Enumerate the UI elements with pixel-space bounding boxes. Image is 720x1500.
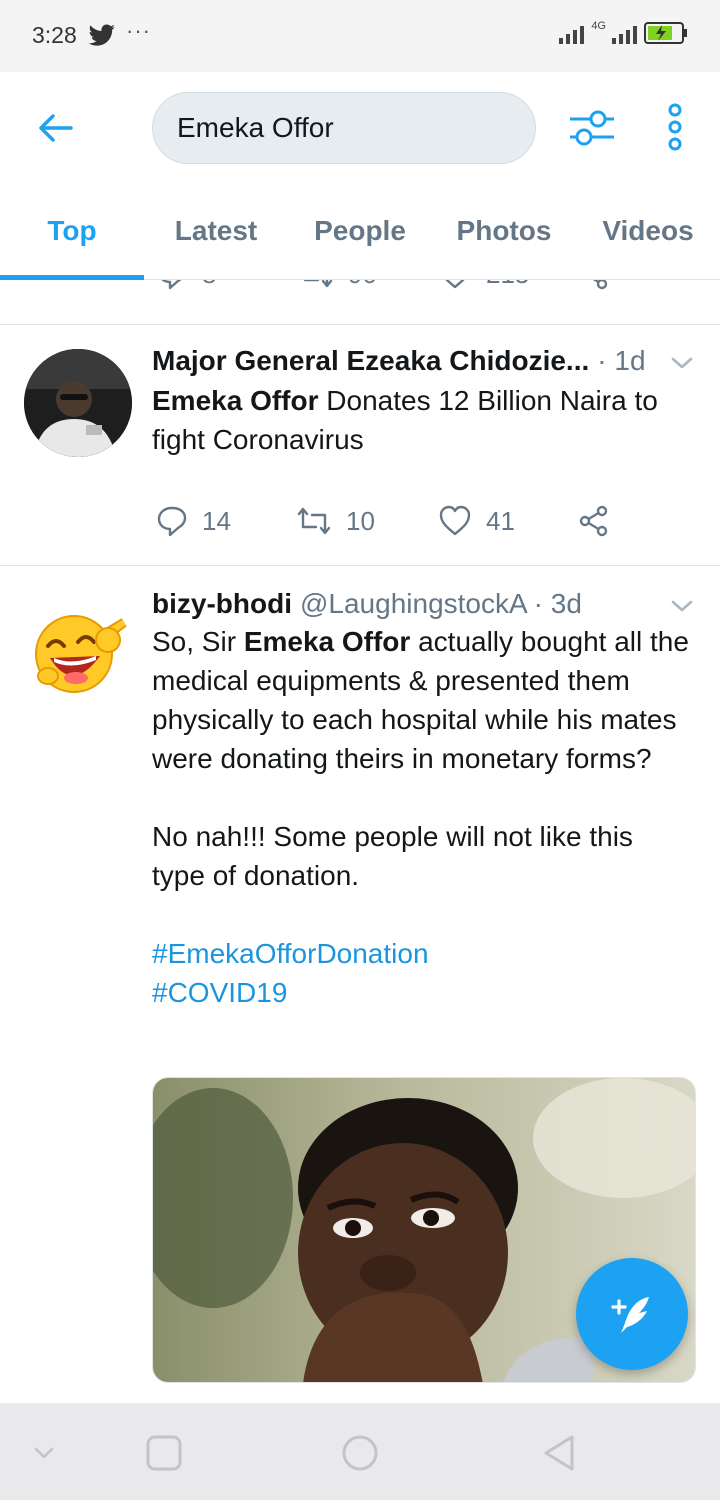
like-count: 215 [486, 280, 529, 290]
system-navigation-bar [0, 1403, 720, 1500]
search-filter-button[interactable] [568, 106, 616, 150]
like-count: 41 [486, 505, 515, 536]
tab-photos[interactable]: Photos [432, 182, 576, 280]
status-indicators: 4G [559, 20, 688, 44]
reply-count: 8 [202, 280, 216, 290]
tab-people[interactable]: People [288, 182, 432, 280]
home-icon[interactable] [340, 1433, 380, 1473]
reply-icon [157, 506, 187, 537]
share-button[interactable] [578, 280, 610, 290]
share-button[interactable] [578, 505, 610, 537]
more-notifications-icon: ··· [126, 18, 151, 43]
retweet-button[interactable]: 10 [296, 505, 375, 537]
like-icon [445, 280, 465, 289]
tab-videos[interactable]: Videos [576, 182, 720, 280]
tweet-header: bizy-bhodi @LaughingstockA · 3d [152, 586, 692, 622]
caret-down-icon[interactable] [668, 592, 696, 620]
twitter-notification-icon [88, 24, 116, 53]
reply-icon [161, 280, 182, 290]
avatar[interactable] [24, 596, 132, 704]
like-icon [439, 505, 471, 536]
network-type: 4G [591, 20, 606, 32]
battery-charging-icon [644, 22, 687, 44]
tweet-time: · 1d [597, 345, 646, 376]
signal-icon [559, 26, 585, 44]
retweet-count: 10 [346, 505, 375, 536]
retweet-count: 90 [348, 280, 377, 290]
partial-tweet-actions: 8 90 215 [0, 280, 720, 325]
tweet-text-paragraph: No nah!!! Some people will not like this… [152, 821, 633, 891]
author-handle[interactable]: @LaughingstockA [300, 586, 528, 622]
compose-tweet-icon [611, 1297, 649, 1333]
tweet-text: Emeka Offor Donates 12 Billion Naira to … [152, 381, 692, 459]
more-vertical-icon [668, 103, 682, 151]
back-arrow-icon [39, 114, 73, 142]
author-name[interactable]: bizy-bhodi [152, 586, 292, 622]
filter-icon [570, 110, 614, 146]
hide-navbar-icon[interactable] [24, 1433, 64, 1473]
tab-top[interactable]: Top [0, 182, 144, 280]
reply-button[interactable]: 8 [156, 280, 216, 290]
status-time: 3:28 [32, 22, 77, 48]
tweet-time: · 3d [533, 588, 582, 619]
retweet-button[interactable]: 90 [298, 280, 377, 290]
tweet-card[interactable]: Major General Ezeaka Chidozie... · 1d Em… [0, 325, 720, 566]
hashtag-list: #EmekaOfforDonation #COVID19 [152, 934, 692, 1012]
recent-apps-icon[interactable] [144, 1433, 184, 1473]
hashtag-link[interactable]: #EmekaOfforDonation [152, 934, 692, 973]
avatar[interactable] [24, 349, 132, 457]
tweet-text-pre: So, Sir [152, 626, 244, 657]
caret-down-icon[interactable] [668, 349, 696, 377]
search-query: Emeka Offor [177, 112, 334, 143]
back-nav-icon[interactable] [540, 1433, 580, 1473]
share-icon [592, 280, 608, 290]
back-button[interactable] [30, 106, 80, 150]
signal-icon-2 [612, 26, 637, 44]
retweet-icon [297, 507, 331, 535]
tab-latest[interactable]: Latest [144, 182, 288, 280]
share-icon [579, 505, 608, 537]
search-input[interactable]: Emeka Offor [152, 92, 536, 164]
tweet-header: Major General Ezeaka Chidozie... · 1d [152, 343, 692, 379]
highlighted-term: Emeka Offor [152, 385, 319, 416]
author-name[interactable]: Major General Ezeaka Chidozie... [152, 343, 589, 379]
tweet-actions: 14 10 41 [152, 505, 652, 545]
reply-button[interactable]: 14 [156, 505, 231, 537]
search-tabs: Top Latest People Photos Videos [0, 182, 720, 280]
retweet-icon [303, 280, 333, 288]
tweet-text: So, Sir Emeka Offor actually bought all … [152, 622, 692, 778]
compose-tweet-button[interactable] [576, 1258, 688, 1370]
reply-count: 14 [202, 505, 231, 536]
hashtag-link[interactable]: #COVID19 [152, 973, 692, 1012]
like-button[interactable]: 41 [438, 505, 515, 537]
more-options-button[interactable] [660, 102, 690, 152]
status-bar: 3:28 ··· 4G [0, 0, 720, 72]
highlighted-term: Emeka Offor [243, 626, 411, 657]
like-button[interactable]: 215 [438, 280, 529, 290]
search-header: Emeka Offor [0, 72, 720, 182]
